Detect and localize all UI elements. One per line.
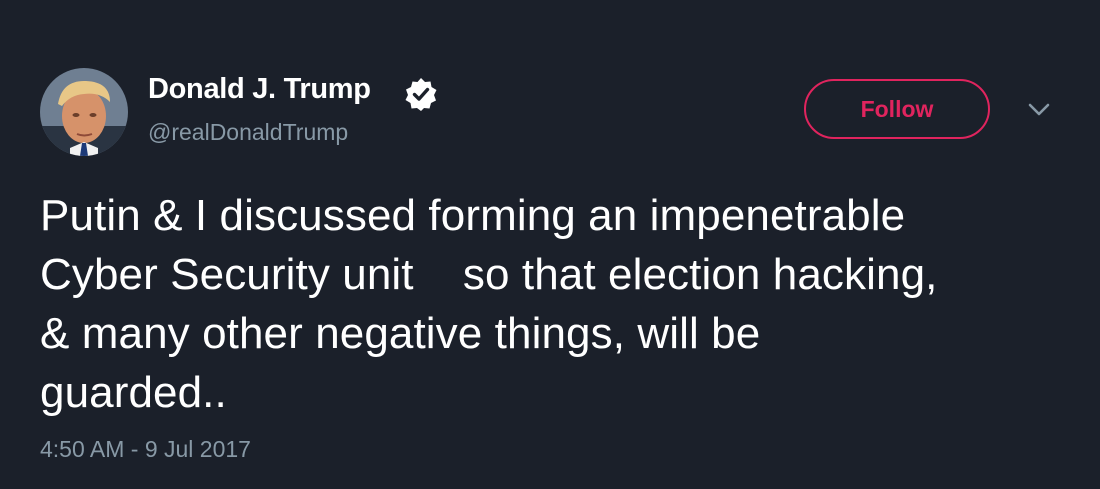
display-name[interactable]: Donald J. Trump xyxy=(148,73,371,106)
verified-badge-icon xyxy=(405,78,437,111)
follow-button-label: Follow xyxy=(860,95,934,122)
tweet-text-line: & many other negative things, will be xyxy=(40,309,761,358)
tweet-text: Putin & I discussed forming an impenetra… xyxy=(40,186,1080,422)
tweet-card: Donald J. Trump @realDonaldTrump Follow … xyxy=(0,0,1100,489)
user-handle[interactable]: @realDonaldTrump xyxy=(148,119,348,146)
tweet-timestamp[interactable]: 4:50 AM - 9 Jul 2017 xyxy=(40,436,251,463)
follow-button[interactable]: Follow xyxy=(804,79,990,139)
tweet-text-line: Putin & I discussed forming an impenetra… xyxy=(40,191,906,240)
avatar-image xyxy=(40,68,128,156)
tweet-text-line: Cyber Security unit so that election hac… xyxy=(40,250,938,299)
chevron-down-icon[interactable] xyxy=(1024,100,1054,120)
avatar[interactable] xyxy=(40,68,128,156)
tweet-text-line: guarded.. xyxy=(40,368,227,417)
